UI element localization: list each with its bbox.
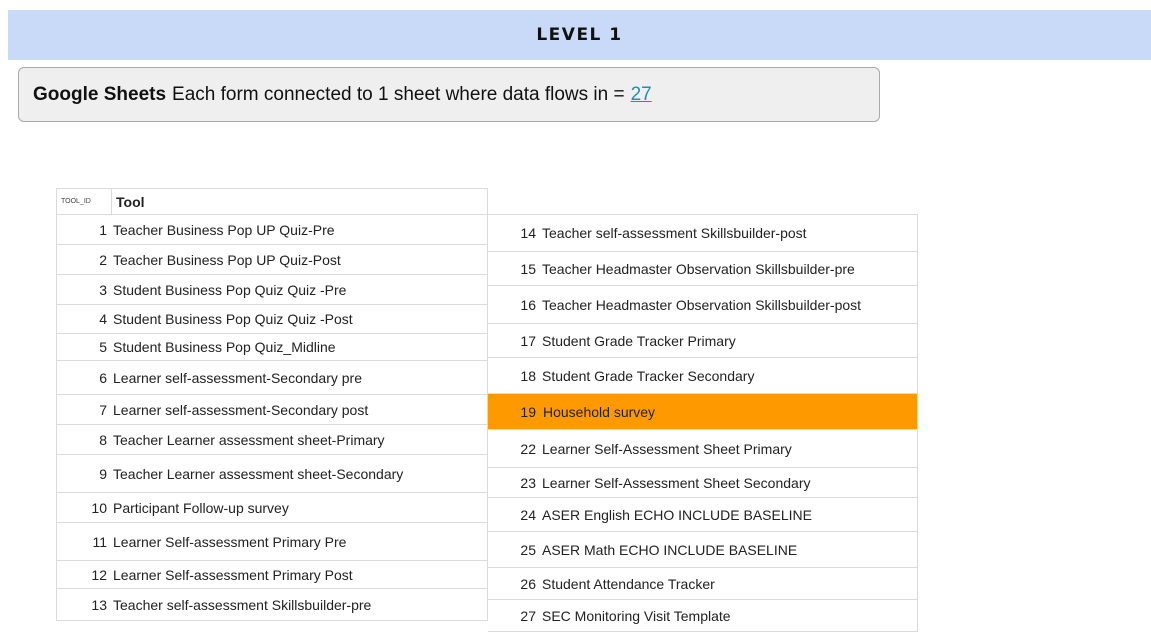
info-text: Each form connected to 1 sheet where dat… — [172, 83, 625, 105]
row-tool: Teacher Learner assessment sheet-Seconda… — [113, 465, 404, 482]
row-id: 27 — [520, 607, 536, 624]
row-tool: Teacher Headmaster Observation Skillsbui… — [542, 260, 855, 277]
row-id: 16 — [520, 296, 536, 313]
row-tool: Teacher Learner assessment sheet-Primary — [113, 431, 385, 448]
info-brand: Google Sheets — [33, 83, 167, 105]
row-tool: Teacher Business Pop UP Quiz-Pre — [113, 221, 335, 238]
row-id: 2 — [99, 251, 107, 268]
table-row[interactable]: 10 Participant Follow-up survey — [56, 493, 488, 523]
table-row[interactable]: 18 Student Grade Tracker Secondary — [488, 358, 918, 394]
table-row[interactable]: 3 Student Business Pop Quiz Quiz -Pre — [56, 275, 488, 305]
row-id: 15 — [520, 260, 536, 277]
row-id: 5 — [99, 339, 107, 355]
row-tool: Teacher Headmaster Observation Skillsbui… — [542, 296, 862, 313]
table-row[interactable]: 6 Learner self-assessment-Secondary pre — [56, 361, 488, 395]
table-row[interactable]: 5 Student Business Pop Quiz_Midline — [56, 334, 488, 361]
table-row[interactable]: 23 Learner Self-Assessment Sheet Seconda… — [488, 468, 918, 498]
table-row[interactable]: 11 Learner Self-assessment Primary Pre — [56, 523, 488, 561]
row-id: 13 — [91, 596, 107, 613]
header-tool-id: TOOL_ID — [61, 198, 91, 205]
table-row[interactable]: 26 Student Attendance Tracker — [488, 568, 918, 600]
row-tool: Learner Self-assessment Primary Pre — [113, 533, 347, 550]
row-tool: Learner Self-Assessment Sheet Secondary — [542, 474, 811, 491]
row-tool: Student Grade Tracker Primary — [542, 332, 736, 349]
table-row[interactable]: 22 Learner Self-Assessment Sheet Primary — [488, 430, 918, 468]
table-row[interactable]: 7 Learner self-assessment-Secondary post — [56, 395, 488, 425]
row-id: 23 — [520, 474, 536, 491]
row-tool: Learner Self-assessment Primary Post — [113, 566, 353, 583]
table-row[interactable]: 12 Learner Self-assessment Primary Post — [56, 561, 488, 589]
row-id: 11 — [92, 533, 107, 550]
row-tool: Teacher Business Pop UP Quiz-Post — [113, 251, 341, 268]
table-row-highlighted[interactable]: 19 Household survey — [488, 394, 918, 430]
table-row[interactable]: 4 Student Business Pop Quiz Quiz -Post — [56, 305, 488, 334]
row-id: 24 — [520, 506, 536, 523]
table-row[interactable]: 1 Teacher Business Pop UP Quiz-Pre — [56, 215, 488, 245]
table-header: TOOL_ID Tool — [56, 188, 488, 215]
row-id: 26 — [520, 575, 536, 592]
table-row[interactable]: 17 Student Grade Tracker Primary — [488, 324, 918, 358]
row-id: 17 — [520, 332, 536, 349]
row-id: 1 — [99, 221, 107, 238]
table-row[interactable]: 15 Teacher Headmaster Observation Skills… — [488, 252, 918, 286]
tools-table-left: TOOL_ID Tool 1 Teacher Business Pop UP Q… — [56, 188, 488, 621]
row-id: 6 — [99, 369, 107, 386]
row-id: 10 — [91, 499, 107, 516]
row-tool: Student Attendance Tracker — [542, 575, 715, 592]
row-tool: Participant Follow-up survey — [113, 499, 289, 516]
row-tool: Student Business Pop Quiz Quiz -Post — [113, 311, 353, 327]
row-id: 18 — [520, 367, 536, 384]
row-tool: Student Grade Tracker Secondary — [542, 367, 755, 384]
row-tool: Learner self-assessment-Secondary post — [113, 401, 369, 418]
row-id: 12 — [91, 566, 107, 583]
row-tool: SEC Monitoring Visit Template — [542, 607, 731, 624]
table-row[interactable]: 2 Teacher Business Pop UP Quiz-Post — [56, 245, 488, 275]
row-id: 8 — [99, 431, 107, 448]
table-row[interactable]: 14 Teacher self-assessment Skillsbuilder… — [488, 214, 918, 252]
level-title: LEVEL 1 — [536, 25, 623, 45]
row-tool: Household survey — [540, 394, 917, 429]
info-box: Google Sheets Each form connected to 1 s… — [18, 67, 880, 122]
row-tool: Student Business Pop Quiz_Midline — [113, 339, 336, 355]
row-tool: Learner self-assessment-Secondary pre — [113, 369, 363, 386]
table-row[interactable]: 9 Teacher Learner assessment sheet-Secon… — [56, 455, 488, 493]
row-tool: ASER English ECHO INCLUDE BASELINE — [542, 506, 812, 523]
row-id: 9 — [99, 465, 107, 482]
sheet-count-link[interactable]: 27 — [631, 84, 652, 106]
row-id: 4 — [99, 311, 107, 327]
row-tool: Student Business Pop Quiz Quiz -Pre — [113, 281, 347, 298]
header-tool: Tool — [111, 189, 145, 214]
tools-table-right: 14 Teacher self-assessment Skillsbuilder… — [488, 214, 918, 632]
table-row[interactable]: 27 SEC Monitoring Visit Template — [488, 600, 918, 632]
row-id: 19 — [520, 403, 536, 420]
row-tool: Teacher self-assessment Skillsbuilder-pr… — [113, 596, 372, 613]
table-row[interactable]: 25 ASER Math ECHO INCLUDE BASELINE — [488, 532, 918, 568]
table-row[interactable]: 24 ASER English ECHO INCLUDE BASELINE — [488, 498, 918, 532]
row-tool: ASER Math ECHO INCLUDE BASELINE — [542, 541, 798, 558]
row-tool: Teacher self-assessment Skillsbuilder-po… — [542, 225, 807, 241]
row-tool: Learner Self-Assessment Sheet Primary — [542, 440, 792, 457]
row-id: 14 — [520, 225, 536, 241]
table-row[interactable]: 16 Teacher Headmaster Observation Skills… — [488, 286, 918, 324]
table-row[interactable]: 13 Teacher self-assessment Skillsbuilder… — [56, 589, 488, 621]
level-banner: LEVEL 1 — [8, 10, 1151, 60]
table-row[interactable]: 8 Teacher Learner assessment sheet-Prima… — [56, 425, 488, 455]
row-id: 25 — [520, 541, 536, 558]
row-id: 7 — [99, 401, 107, 418]
row-id: 3 — [99, 281, 107, 298]
row-id: 22 — [520, 440, 536, 457]
